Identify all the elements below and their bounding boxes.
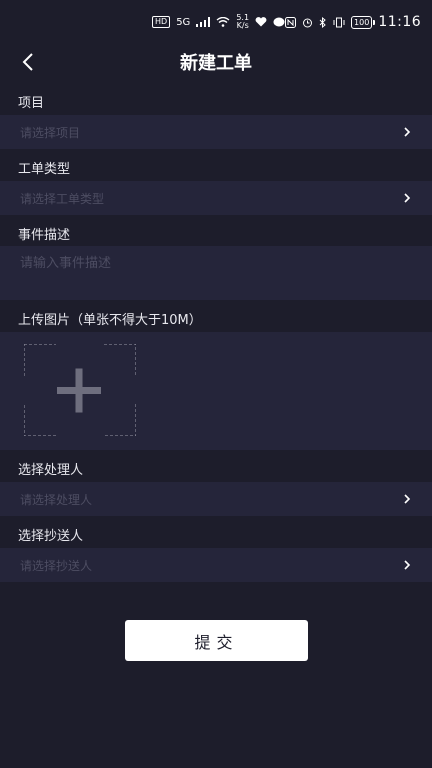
ticket-type-label: 工单类型 (18, 162, 71, 177)
wifi-icon (216, 17, 230, 27)
project-select[interactable]: 请选择项目 (0, 115, 432, 149)
submit-button[interactable]: 提交 (125, 620, 308, 661)
vibrate-icon (333, 17, 345, 27)
status-bar: HD 5G 5.1 K/s 100 11:16 (0, 0, 432, 44)
status-right: 100 11:16 (285, 14, 421, 30)
net-speed: 5.1 K/s (236, 14, 249, 30)
battery-indicator: 100 (351, 15, 376, 29)
chevron-right-icon (404, 560, 411, 570)
chevron-right-icon (404, 127, 411, 137)
handler-label: 选择处理人 (18, 463, 84, 478)
event-description-placeholder: 请输入事件描述 (20, 256, 112, 271)
cc-label: 选择抄送人 (18, 529, 84, 544)
upload-label: 上传图片（单张不得大于10M） (18, 313, 202, 328)
event-description-label: 事件描述 (18, 228, 71, 243)
project-label: 项目 (18, 96, 45, 111)
cc-select[interactable]: 请选择抄送人 (0, 548, 432, 582)
header: 新建工单 (0, 44, 432, 80)
project-placeholder: 请选择项目 (20, 125, 81, 140)
status-time: 11:16 (378, 14, 422, 30)
upload-panel (0, 332, 432, 450)
event-description-input[interactable]: 请输入事件描述 (0, 246, 432, 300)
cc-placeholder: 请选择抄送人 (20, 558, 93, 573)
chevron-right-icon (404, 494, 411, 504)
app-badge-icon (273, 17, 285, 27)
handler-placeholder: 请选择处理人 (20, 492, 93, 507)
signal-icon (196, 17, 211, 27)
plus-icon (57, 368, 101, 413)
bluetooth-icon (319, 16, 326, 28)
page-title: 新建工单 (180, 53, 252, 74)
ticket-type-placeholder: 请选择工单类型 (20, 191, 105, 206)
hd-badge: HD (152, 16, 171, 28)
upload-image-button[interactable] (23, 343, 137, 437)
handler-select[interactable]: 请选择处理人 (0, 482, 432, 516)
back-button[interactable] (14, 48, 42, 76)
network-label: 5G (176, 16, 191, 28)
ticket-type-select[interactable]: 请选择工单类型 (0, 181, 432, 215)
upload-frame (23, 343, 137, 437)
net-speed-unit: K/s (236, 21, 249, 30)
alarm-icon (303, 18, 313, 27)
heart-icon (255, 17, 267, 27)
chevron-right-icon (404, 193, 411, 203)
chevron-left-icon (22, 53, 33, 71)
nfc-icon (285, 16, 297, 28)
status-left: HD 5G 5.1 K/s (152, 14, 285, 30)
